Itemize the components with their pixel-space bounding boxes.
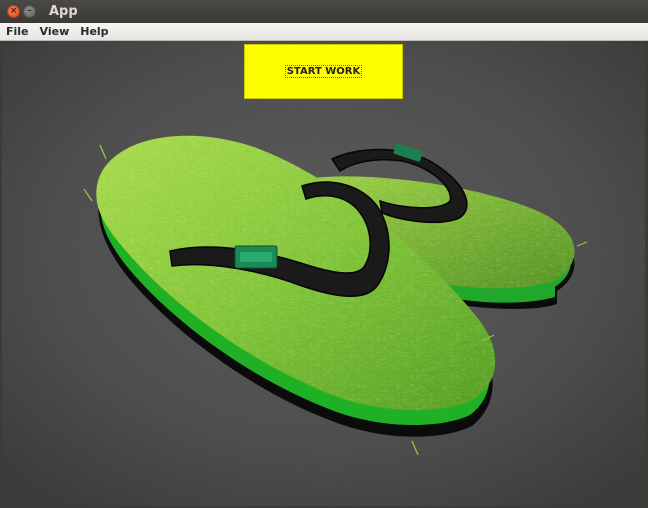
title-bar[interactable]: × – App xyxy=(0,0,648,23)
menu-bar: File View Help xyxy=(0,23,648,41)
grass-flip-flops-photo xyxy=(2,41,645,506)
start-work-label: START WORK xyxy=(284,65,363,78)
close-window-button[interactable]: × xyxy=(7,5,20,18)
start-work-button[interactable]: START WORK xyxy=(244,44,403,99)
content-panel: START WORK xyxy=(2,41,645,506)
menu-file[interactable]: File xyxy=(0,25,34,38)
close-icon: × xyxy=(9,6,18,16)
menu-help[interactable]: Help xyxy=(74,25,113,38)
window-title: App xyxy=(49,4,78,19)
menu-view[interactable]: View xyxy=(34,25,75,38)
minimize-window-button[interactable]: – xyxy=(23,5,36,18)
app-window: × – App File View Help START WORK xyxy=(0,0,648,508)
minimize-icon: – xyxy=(27,6,32,16)
